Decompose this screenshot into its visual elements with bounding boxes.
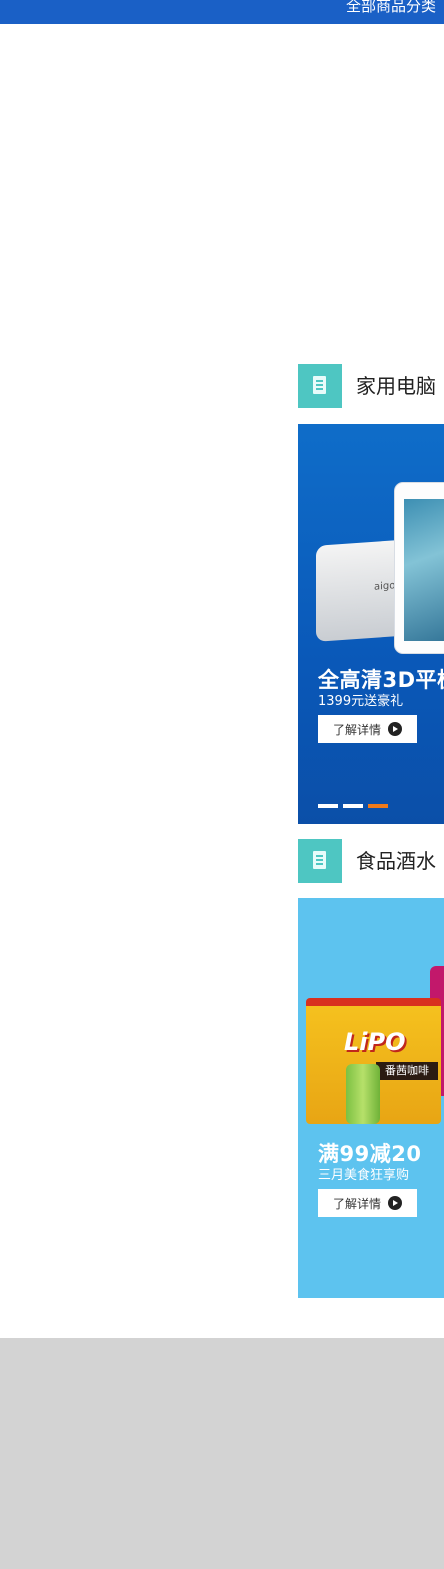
promo-banner-tablet[interactable]: aigo 全高清3D平板 1399元送豪礼 了解详情 (298, 424, 444, 824)
document-icon (298, 839, 342, 883)
promo-banner-food[interactable]: LiPO 番茜咖啡 满99减20 三月美食狂享购 了解详情 (298, 898, 444, 1298)
document-icon (298, 364, 342, 408)
play-icon (388, 722, 402, 736)
learn-more-button[interactable]: 了解详情 (318, 1189, 417, 1217)
learn-more-label: 了解详情 (333, 1197, 382, 1211)
brand-logo: aigo (374, 580, 396, 593)
learn-more-button[interactable]: 了解详情 (318, 715, 417, 743)
footer (0, 1338, 444, 1569)
top-nav-bar: 全部商品分类 (0, 0, 444, 24)
learn-more-label: 了解详情 (333, 723, 382, 737)
all-categories-link[interactable]: 全部商品分类 (346, 0, 436, 16)
carousel-dot-active[interactable] (368, 804, 388, 808)
banner-subline: 三月美食狂享购 (318, 1168, 410, 1183)
floor-title[interactable]: 家用电脑 (356, 373, 436, 399)
carousel-dot[interactable] (343, 804, 363, 808)
floor-title[interactable]: 食品酒水 (356, 848, 436, 874)
banner-subline: 1399元送豪礼 (318, 694, 404, 709)
carousel-dot[interactable] (318, 804, 338, 808)
brand-logo: LiPO (344, 1028, 406, 1056)
tablet-front-image (394, 482, 444, 654)
floor-header-food: 食品酒水 (298, 839, 444, 883)
pack-label: 番茜咖啡 (376, 1062, 438, 1080)
play-icon (388, 1196, 402, 1210)
floor-header-computers: 家用电脑 (298, 364, 444, 408)
snack-can-image (346, 1064, 380, 1124)
